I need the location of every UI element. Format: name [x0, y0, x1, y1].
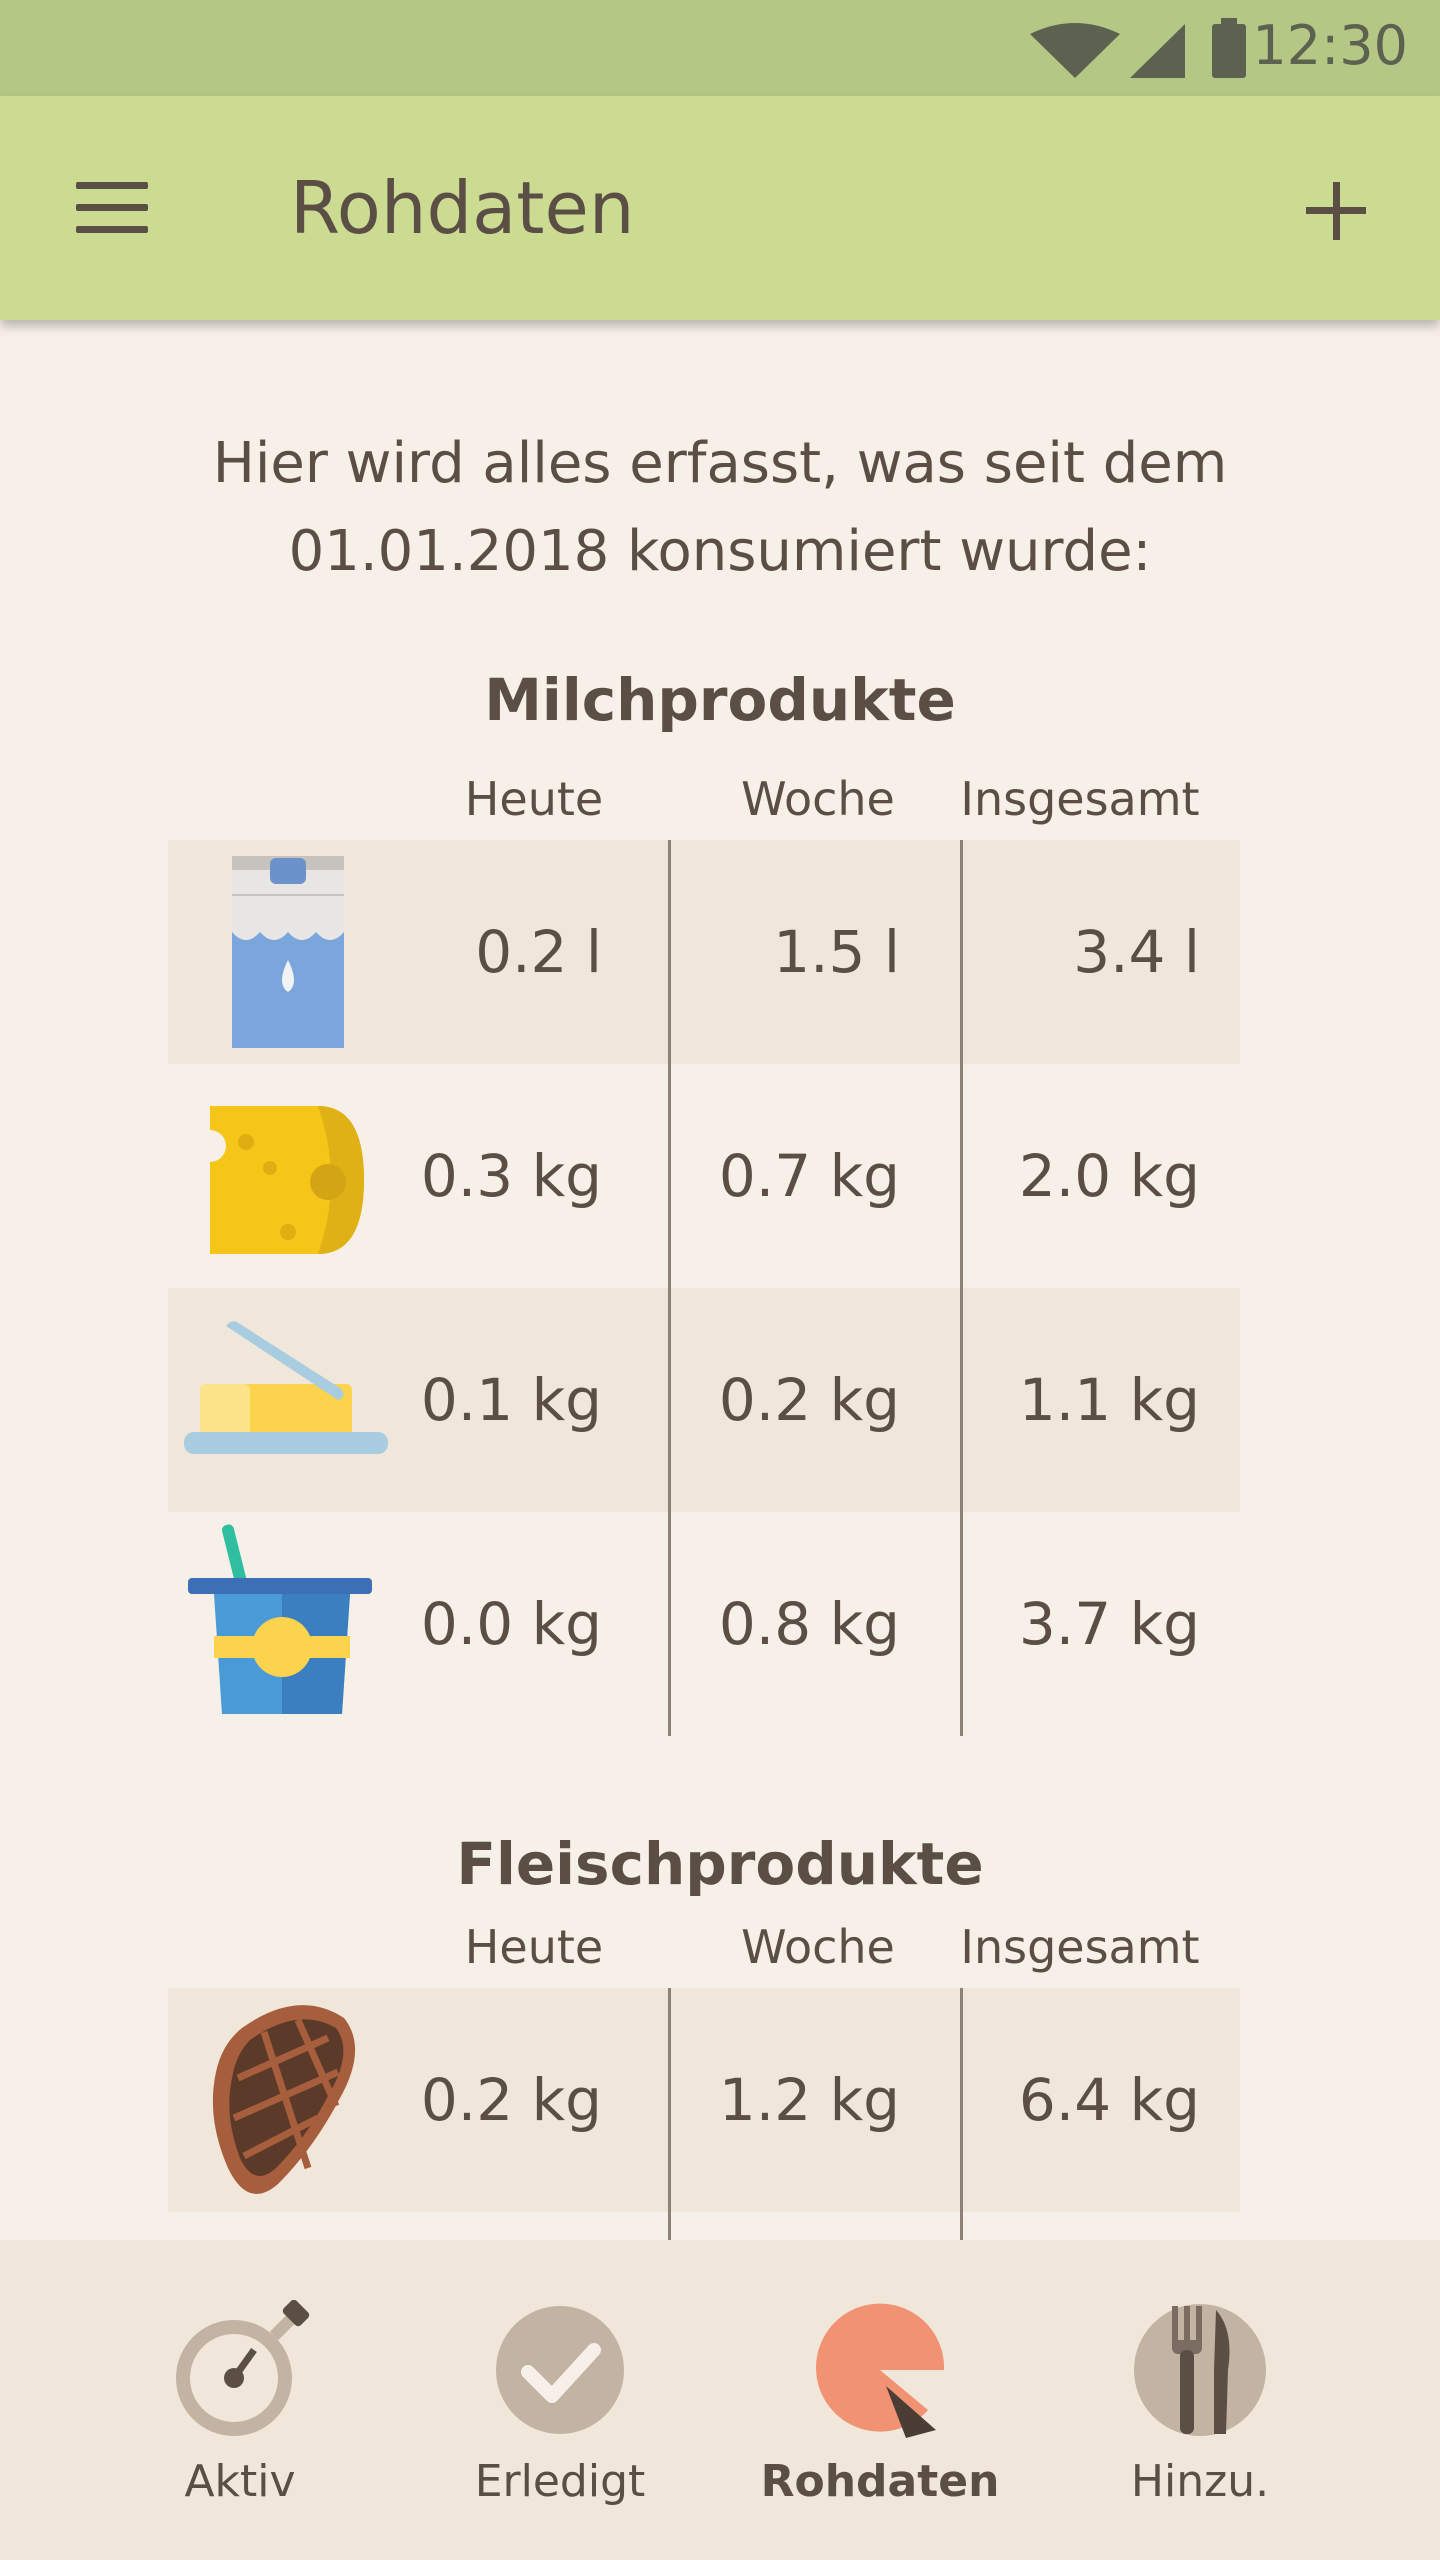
- nav-item-rohdaten[interactable]: Rohdaten: [730, 2240, 1030, 2560]
- table-row-cheese: 0.3 kg 0.7 kg 2.0 kg: [168, 1064, 1240, 1288]
- section-title-dairy: Milchprodukte: [484, 666, 956, 734]
- cheese-today-value: 0.3 kg: [420, 1142, 602, 1210]
- steak-icon: [212, 2005, 356, 2194]
- column-divider: [960, 1988, 963, 2240]
- table-row-butter: 0.1 kg 0.2 kg 1.1 kg: [168, 1288, 1240, 1512]
- menu-icon-bar: [76, 204, 148, 211]
- column-header-week: Woche: [741, 772, 895, 826]
- cutlery-icon: [1134, 2304, 1266, 2436]
- column-header-total: Insgesamt: [960, 772, 1200, 826]
- intro-line-2: 01.01.2018 konsumiert wurde:: [288, 519, 1152, 584]
- nav-label-rohdaten: Rohdaten: [760, 2456, 1000, 2507]
- checkmark-icon: [496, 2306, 624, 2434]
- section-title-meat: Fleischprodukte: [456, 1830, 984, 1898]
- milk-total-value: 3.4 l: [1073, 918, 1200, 986]
- signal-icon: [1130, 24, 1185, 78]
- column-header-total: Insgesamt: [960, 1920, 1200, 1974]
- yogurt-icon: [188, 1524, 372, 1714]
- butter-total-value: 1.1 kg: [1018, 1366, 1200, 1434]
- menu-button[interactable]: [56, 166, 168, 250]
- nav-label-aktiv: Aktiv: [184, 2456, 296, 2507]
- status-bar: 12:30: [0, 0, 1440, 96]
- intro-line-1: Hier wird alles erfasst, was seit dem: [212, 431, 1228, 496]
- cheese-total-value: 2.0 kg: [1018, 1142, 1200, 1210]
- intro-text: Hier wird alles erfasst, was seit dem 01…: [120, 420, 1320, 596]
- nav-item-erledigt[interactable]: Erledigt: [410, 2240, 710, 2560]
- milk-carton-icon: [232, 856, 344, 1048]
- bottom-navigation: Aktiv Erledigt Rohdaten Hinzu.: [0, 2240, 1440, 2560]
- column-header-week: Woche: [741, 1920, 895, 1974]
- pie-chart-icon: [816, 2303, 945, 2438]
- table-row-steak: 0.2 kg 1.2 kg 6.4 kg: [168, 1988, 1240, 2212]
- milk-week-value: 1.5 l: [773, 918, 900, 986]
- status-time: 12:30: [1252, 14, 1408, 77]
- column-divider: [668, 840, 671, 1736]
- stopwatch-icon: [176, 2300, 310, 2436]
- cheese-week-value: 0.7 kg: [718, 1142, 900, 1210]
- yogurt-total-value: 3.7 kg: [1018, 1590, 1200, 1658]
- page-title: Rohdaten: [290, 166, 635, 250]
- steak-week-value: 1.2 kg: [718, 2066, 900, 2134]
- milk-today-value: 0.2 l: [475, 918, 602, 986]
- battery-icon: [1212, 24, 1246, 78]
- status-icons: [1030, 18, 1246, 78]
- yogurt-week-value: 0.8 kg: [718, 1590, 900, 1658]
- nav-label-erledigt: Erledigt: [474, 2456, 646, 2507]
- menu-icon-bar: [76, 226, 148, 233]
- cheese-icon: [194, 1106, 364, 1254]
- column-header-today: Heute: [464, 772, 604, 826]
- butter-today-value: 0.1 kg: [420, 1366, 602, 1434]
- table-row-yogurt: 0.0 kg 0.8 kg 3.7 kg: [168, 1512, 1240, 1736]
- steak-total-value: 6.4 kg: [1018, 2066, 1200, 2134]
- wifi-icon: [1030, 23, 1120, 78]
- column-divider: [960, 840, 963, 1736]
- column-divider: [668, 1988, 671, 2240]
- nav-item-hinzu[interactable]: Hinzu.: [1050, 2240, 1350, 2560]
- add-button[interactable]: [1290, 166, 1380, 256]
- yogurt-today-value: 0.0 kg: [420, 1590, 602, 1658]
- app-bar: Rohdaten: [0, 96, 1440, 320]
- column-header-today: Heute: [464, 1920, 604, 1974]
- steak-today-value: 0.2 kg: [420, 2066, 602, 2134]
- butter-week-value: 0.2 kg: [718, 1366, 900, 1434]
- butter-icon: [184, 1321, 388, 1454]
- nav-label-hinzu: Hinzu.: [1130, 2456, 1270, 2507]
- table-row-milk: 0.2 l 1.5 l 3.4 l: [168, 840, 1240, 1064]
- menu-icon: [76, 182, 148, 189]
- nav-item-aktiv[interactable]: Aktiv: [90, 2240, 390, 2560]
